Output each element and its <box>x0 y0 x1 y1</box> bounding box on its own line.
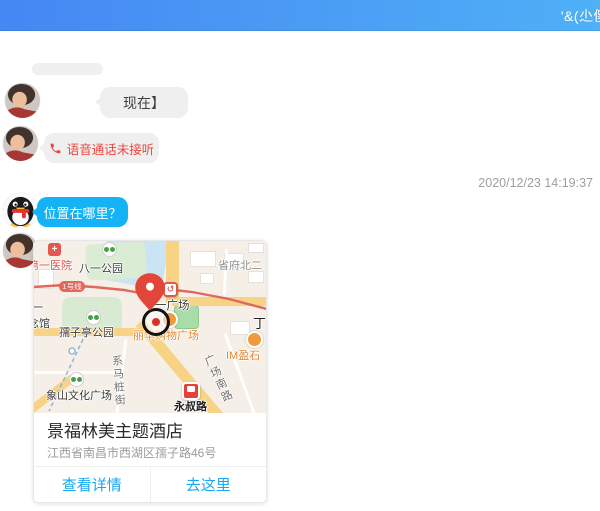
map-label-xiangshan-plaza: 象山文化广场 <box>46 387 112 403</box>
view-details-button[interactable]: 查看详情 <box>34 467 151 502</box>
hospital-icon: + <box>48 243 61 256</box>
question-bubble[interactable]: 位置在哪里？ <box>37 197 128 227</box>
bubble-tail <box>95 97 101 107</box>
qq-chat-window: '&(尐傻 现在】 语音通话未接听 2020/12/23 14:19:37 <box>0 0 600 511</box>
mall-icon <box>246 331 263 348</box>
contact-avatar[interactable] <box>5 83 40 118</box>
map-label-yongshu-road: 永叔路 <box>174 398 207 413</box>
bubble-tail <box>32 207 38 217</box>
card-actions: 查看详情 去这里 <box>34 466 266 502</box>
map-label-bayi-avenue: 八一 <box>34 299 43 315</box>
map-label-shengfu-north: 省府北二 <box>218 257 262 273</box>
park-icon <box>102 242 117 257</box>
map-label-im-plaza: IM盈石 <box>226 347 260 363</box>
chat-title: '&(尐傻 <box>561 6 600 26</box>
timestamp: 2020/12/23 14:19:37 <box>478 176 593 190</box>
bubble-tail <box>39 143 45 153</box>
woman-avatar-icon <box>5 83 40 118</box>
map-preview[interactable]: + 第一医院 八一公园 省府北二 1号线 ↺ 一广场 丽华购物广场 孺子亭公园 … <box>34 241 266 413</box>
redacted-bubble[interactable] <box>32 63 103 75</box>
metro-line1-badge: 1号线 <box>59 281 85 292</box>
map-label-ruzi-park: 孺子亭公园 <box>59 324 114 340</box>
park-icon <box>86 310 101 325</box>
location-name: 景福林美主题酒店 <box>47 421 253 442</box>
chat-header: '&(尐傻 <box>0 0 600 31</box>
map-building <box>200 273 214 284</box>
phone-icon <box>49 142 62 155</box>
location-address: 江西省南昌市西湖区孺子路46号 <box>47 447 253 460</box>
map-building <box>230 321 250 335</box>
map-pin-icon <box>133 271 167 318</box>
voice-call-text: 语音通话未接听 <box>67 139 155 158</box>
woman-avatar-icon <box>3 126 38 161</box>
map-label-memorial: 念馆 <box>34 315 50 331</box>
message-text: 现在】 <box>123 93 165 113</box>
map-label-ding-road: 丁 <box>253 313 266 332</box>
park-icon <box>69 372 84 387</box>
location-info: 景福林美主题酒店 江西省南昌市西湖区孺子路46号 <box>34 413 266 466</box>
question-text: 位置在哪里？ <box>43 203 121 222</box>
map-label-hospital: 第一医院 <box>34 257 72 273</box>
location-card[interactable]: + 第一医院 八一公园 省府北二 1号线 ↺ 一广场 丽华购物广场 孺子亭公园 … <box>33 240 267 503</box>
voice-call-bubble[interactable]: 语音通话未接听 <box>44 133 159 163</box>
contact-avatar[interactable] <box>3 126 38 161</box>
go-here-button[interactable]: 去这里 <box>151 467 267 502</box>
map-building <box>248 243 264 253</box>
map-label-bayi-park: 八一公园 <box>79 260 123 276</box>
map-building <box>190 251 216 267</box>
message-bubble[interactable]: 现在】 <box>100 87 188 118</box>
